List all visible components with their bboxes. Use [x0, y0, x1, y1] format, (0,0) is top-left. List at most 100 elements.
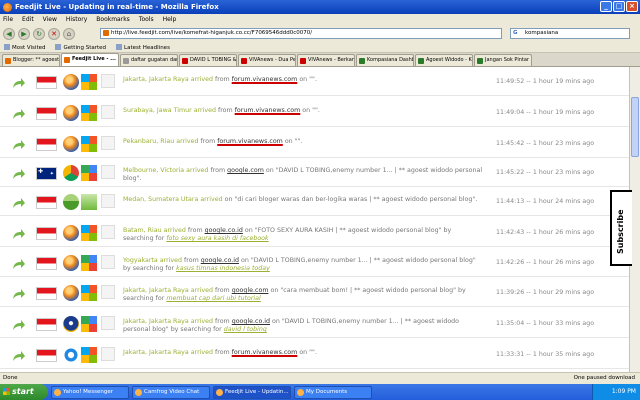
menu-edit[interactable]: Edit — [22, 16, 34, 23]
firefox-icon — [3, 2, 12, 12]
visitor-location: Jakarta, Jakarta Raya arrived — [123, 76, 214, 83]
tab-8[interactable]: Jangan Sok Pintar — [474, 54, 532, 66]
taskbar-item-2[interactable]: Feedjit Live - Updatin... — [213, 385, 291, 399]
feed-row: Yogyakarta arrived from google.co.id on … — [0, 250, 629, 277]
visit-time: 11:49:04 -- 1 hour 19 mins ago — [496, 109, 595, 116]
referrer-link[interactable]: google.co.id — [201, 257, 239, 264]
tab-6[interactable]: Kompasiana Dashb... — [356, 54, 414, 66]
tab-5[interactable]: VIVAnews - Berkan... — [297, 54, 355, 66]
menu-view[interactable]: View — [43, 16, 57, 23]
browser-icon — [63, 225, 79, 241]
bookmark-latest-headlines[interactable]: Latest Headlines — [116, 44, 170, 51]
browser-icon — [63, 194, 79, 210]
referrer-source-icon — [101, 347, 115, 361]
menu-history[interactable]: History — [66, 16, 87, 23]
referrer-link[interactable]: forum.vivanews.com — [217, 138, 283, 145]
browser-icon — [63, 285, 79, 301]
download-status[interactable]: One paused download — [574, 373, 635, 384]
system-tray: 1:09 PM — [592, 384, 640, 400]
arrival-arrow-icon — [13, 140, 25, 150]
tab-1[interactable]: Feedjit Live - ... — [61, 53, 119, 66]
back-button[interactable]: ◀ — [3, 27, 15, 40]
tab-4[interactable]: VIVAnews - Dua Pe... — [238, 54, 296, 66]
home-button[interactable]: ⌂ — [63, 27, 75, 40]
visit-time: 11:35:04 -- 1 hour 33 mins ago — [496, 320, 595, 327]
taskbar-item-3[interactable]: My Documents — [294, 385, 372, 399]
bookmark-most-visited[interactable]: Most Visited — [4, 44, 45, 51]
country-flag-icon — [36, 196, 57, 209]
forward-button[interactable]: ▶ — [18, 27, 30, 40]
url-bar[interactable]: http://live.feedjit.com/live/komefrat-hi… — [100, 28, 502, 39]
os-icon — [81, 225, 97, 241]
os-icon — [81, 255, 97, 271]
referrer-source-icon — [101, 105, 115, 119]
feed-row: Jakarta, Jakarta Raya arrived from googl… — [0, 311, 629, 338]
tab-0[interactable]: Blogger: ** agoest ... — [2, 54, 60, 66]
tab-3[interactable]: DAVID L TOBING & ... — [179, 54, 237, 66]
browser-icon — [63, 165, 79, 181]
feed-row: Jakarta, Jakarta Raya arrived from googl… — [0, 280, 629, 307]
from-word: from — [215, 76, 230, 83]
country-flag-icon — [36, 349, 57, 362]
search-terms-link[interactable]: foto sexy aura kasih di facebook — [166, 235, 268, 242]
feed-row: ✚ ✦ Melbourne, Victoria arrived from googl… — [0, 160, 629, 187]
taskbar: start Yahoo! Messenger Camfrog Video Chat… — [0, 384, 640, 400]
reload-button[interactable]: ↻ — [33, 27, 45, 40]
referrer-source-icon — [101, 194, 115, 208]
menu-help[interactable]: Help — [163, 16, 177, 23]
search-terms-link[interactable]: kasus timnas indonesia today — [176, 265, 270, 272]
close-button[interactable]: × — [626, 1, 638, 12]
arrival-arrow-icon — [13, 229, 25, 239]
visit-time: 11:42:26 -- 1 hour 26 mins ago — [496, 259, 595, 266]
visit-message: Medan, Sumatera Utara arrived on "di car… — [123, 196, 483, 204]
from-word: from — [218, 107, 233, 114]
from-word: on — [224, 196, 233, 203]
visit-time: 11:49:52 -- 1 hour 19 mins ago — [496, 78, 595, 85]
stop-button[interactable]: ✕ — [48, 27, 60, 40]
browser-icon — [63, 105, 79, 121]
maximize-button[interactable]: □ — [613, 1, 625, 12]
referrer-link[interactable]: google.com — [227, 167, 264, 174]
from-word: from — [210, 167, 226, 174]
visit-message: Pekanbaru, Riau arrived from forum.vivan… — [123, 138, 483, 146]
referrer-link[interactable]: forum.vivanews.com — [232, 76, 298, 83]
feed-row: Medan, Sumatera Utara arrived on "di car… — [0, 189, 629, 216]
menu-tools[interactable]: Tools — [139, 16, 154, 23]
from-word: from — [200, 138, 216, 145]
tab-2[interactable]: daftar gugatan dari... — [120, 54, 178, 66]
country-flag-icon — [36, 257, 57, 270]
start-button[interactable]: start — [0, 384, 48, 400]
visit-time: 11:42:43 -- 1 hour 26 mins ago — [496, 229, 595, 236]
country-flag-icon — [36, 227, 57, 240]
subscribe-button[interactable]: Subscribe — [610, 190, 632, 266]
visit-message: Surabaya, Jawa Timur arrived from forum.… — [123, 107, 483, 115]
referrer-link[interactable]: google.co.id — [205, 227, 243, 234]
referrer-link[interactable]: forum.vivanews.com — [232, 349, 298, 356]
site-favicon-icon — [103, 30, 109, 36]
visitor-location: Jakarta, Jakarta Raya arrived — [123, 318, 214, 325]
clock: 1:09 PM — [611, 388, 636, 395]
page-title-text: on "". — [299, 349, 317, 356]
taskbar-item-0[interactable]: Yahoo! Messenger — [51, 385, 129, 399]
visitor-location: Pekanbaru, Riau arrived — [123, 138, 199, 145]
menu-file[interactable]: File — [3, 16, 13, 23]
scrollbar-thumb[interactable] — [631, 97, 639, 157]
search-terms-link[interactable]: membuat cap dari ubi tutorial — [166, 295, 260, 302]
from-word: from — [187, 227, 203, 234]
referrer-link[interactable]: google.com — [232, 287, 269, 294]
referrer-link[interactable]: forum.vivanews.com — [235, 107, 301, 114]
country-flag-icon — [36, 138, 57, 151]
menu-bookmarks[interactable]: Bookmarks — [96, 16, 130, 23]
window-title: Feedjit Live - Updating in real-time - M… — [15, 3, 219, 11]
referrer-source-icon — [101, 225, 115, 239]
minimize-button[interactable]: _ — [600, 1, 612, 12]
search-terms-link[interactable]: david l tobing — [224, 326, 267, 333]
visitor-location: Jakarta, Jakarta Raya arrived — [123, 287, 214, 294]
taskbar-item-1[interactable]: Camfrog Video Chat — [132, 385, 210, 399]
tab-7[interactable]: Agoest Widodo - Ko... — [415, 54, 473, 66]
search-box[interactable]: Gkompasiana — [510, 28, 630, 39]
arrival-arrow-icon — [13, 289, 25, 299]
referrer-link[interactable]: google.co.id — [232, 318, 270, 325]
os-icon — [81, 347, 97, 363]
bookmark-getting-started[interactable]: Getting Started — [55, 44, 106, 51]
